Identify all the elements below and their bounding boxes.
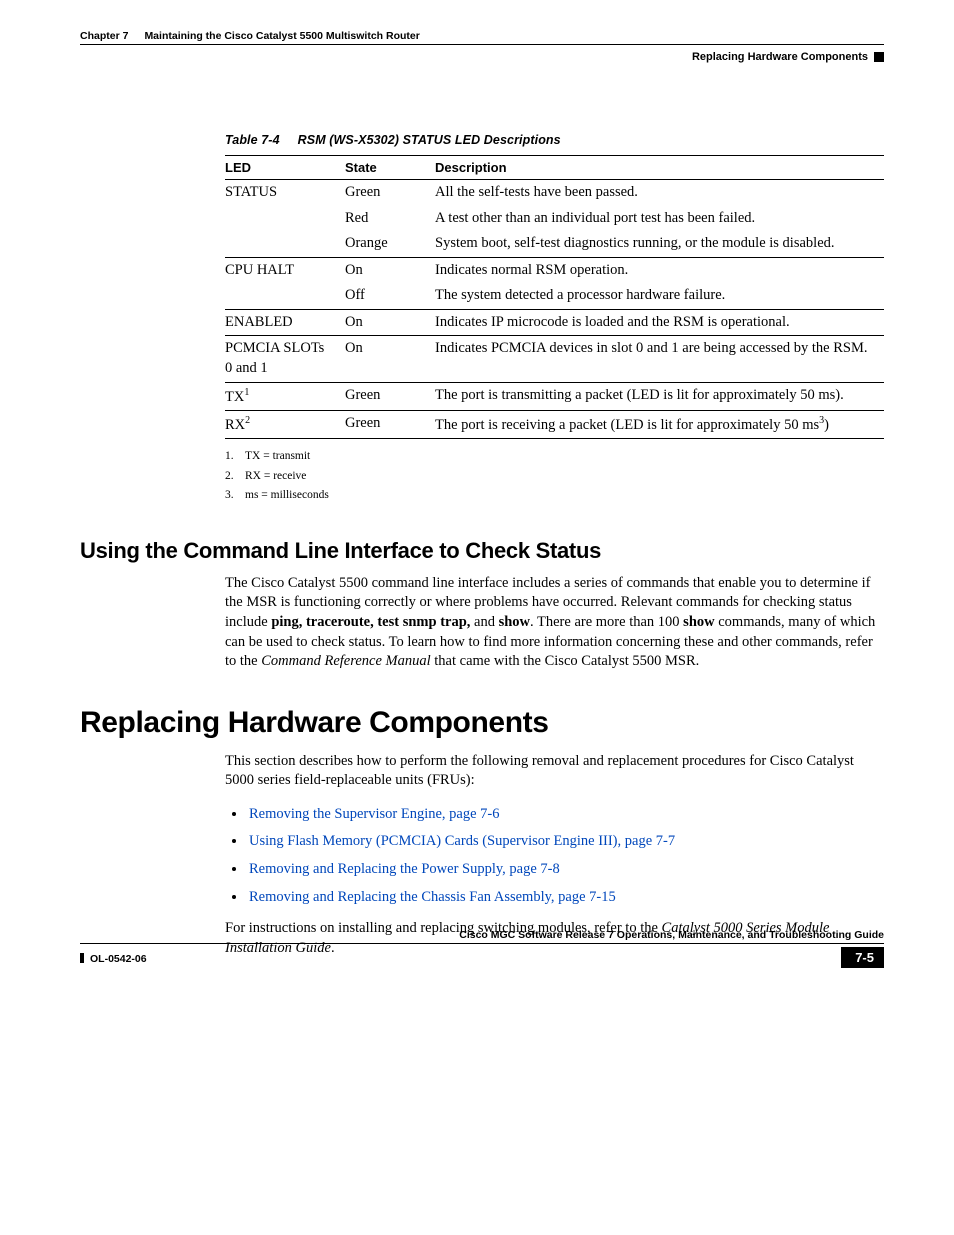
table-row: ENABLEDOnIndicates IP microcode is loade… (225, 309, 884, 336)
chapter-title: Maintaining the Cisco Catalyst 5500 Mult… (144, 30, 419, 42)
cell-desc: A test other than an individual port tes… (435, 206, 884, 232)
list-item: Removing the Supervisor Engine, page 7-6 (247, 801, 884, 829)
th-desc: Description (435, 156, 884, 180)
cli-paragraph: The Cisco Catalyst 5500 command line int… (225, 574, 884, 672)
footnote: 1.TX = transmit (225, 447, 884, 467)
table-row: CPU HALTOnIndicates normal RSM operation… (225, 257, 884, 283)
cell-state: On (345, 257, 435, 283)
cell-led: STATUS (225, 180, 345, 206)
cell-state: Green (345, 180, 435, 206)
cross-ref-link[interactable]: Removing the Supervisor Engine, page 7-6 (249, 806, 499, 822)
table-row: RedA test other than an individual port … (225, 206, 884, 232)
cell-desc: System boot, self-test diagnostics runni… (435, 231, 884, 257)
list-item: Removing and Replacing the Chassis Fan A… (247, 884, 884, 912)
table-footnotes: 1.TX = transmit2.RX = receive3.ms = mill… (225, 447, 884, 506)
cell-desc: The port is transmitting a packet (LED i… (435, 382, 884, 410)
th-state: State (345, 156, 435, 180)
cell-state: Orange (345, 231, 435, 257)
cell-desc: The port is receiving a packet (LED is l… (435, 410, 884, 438)
cell-desc: Indicates IP microcode is loaded and the… (435, 309, 884, 336)
table-number: Table 7-4 (225, 133, 280, 147)
cross-ref-link[interactable]: Removing and Replacing the Chassis Fan A… (249, 889, 616, 905)
page-number: 7-5 (841, 947, 884, 968)
table-row: TX1GreenThe port is transmitting a packe… (225, 382, 884, 410)
cell-desc: All the self-tests have been passed. (435, 180, 884, 206)
heading-cli: Using the Command Line Interface to Chec… (80, 538, 884, 564)
replace-intro: This section describes how to perform th… (225, 752, 884, 791)
table-title: RSM (WS-X5302) STATUS LED Descriptions (298, 133, 561, 147)
cell-led: PCMCIA SLOTs 0 and 1 (225, 336, 345, 382)
list-item: Using Flash Memory (PCMCIA) Cards (Super… (247, 828, 884, 856)
cell-led (225, 206, 345, 232)
table-caption: Table 7-4 RSM (WS-X5302) STATUS LED Descr… (225, 133, 884, 147)
cell-state: Green (345, 410, 435, 438)
footer-marker-icon (80, 953, 84, 963)
cell-led: RX2 (225, 410, 345, 438)
cell-led: CPU HALT (225, 257, 345, 283)
section-title: Replacing Hardware Components (692, 51, 868, 63)
cell-state: Red (345, 206, 435, 232)
th-led: LED (225, 156, 345, 180)
table-row: RX2GreenThe port is receiving a packet (… (225, 410, 884, 438)
doc-id-wrap: OL-0542-06 (80, 949, 147, 967)
cell-desc: The system detected a processor hardware… (435, 283, 884, 309)
table-row: PCMCIA SLOTs 0 and 1OnIndicates PCMCIA d… (225, 336, 884, 382)
cell-state: Off (345, 283, 435, 309)
doc-id: OL-0542-06 (90, 953, 147, 965)
cell-state: Green (345, 382, 435, 410)
cell-led: TX1 (225, 382, 345, 410)
table-row: OrangeSystem boot, self-test diagnostics… (225, 231, 884, 257)
footnote: 3.ms = milliseconds (225, 486, 884, 506)
cross-ref-link[interactable]: Removing and Replacing the Power Supply,… (249, 861, 560, 877)
cell-led: ENABLED (225, 309, 345, 336)
cross-ref-list: Removing the Supervisor Engine, page 7-6… (225, 801, 884, 911)
cross-ref-link[interactable]: Using Flash Memory (PCMCIA) Cards (Super… (249, 833, 675, 849)
heading-replace: Replacing Hardware Components (80, 706, 884, 740)
cell-state: On (345, 309, 435, 336)
chapter-label: Chapter 7 (80, 30, 128, 42)
cell-led (225, 231, 345, 257)
table-row: STATUSGreenAll the self-tests have been … (225, 180, 884, 206)
led-table: LED State Description STATUSGreenAll the… (225, 155, 884, 439)
cell-desc: Indicates PCMCIA devices in slot 0 and 1… (435, 336, 884, 382)
list-item: Removing and Replacing the Power Supply,… (247, 856, 884, 884)
cell-state: On (345, 336, 435, 382)
page-header: Chapter 7 Maintaining the Cisco Catalyst… (80, 30, 884, 45)
running-section: Replacing Hardware Components (80, 51, 884, 63)
cell-desc: Indicates normal RSM operation. (435, 257, 884, 283)
section-marker-icon (874, 52, 884, 62)
page-footer: Cisco MGC Software Release 7 Operations,… (80, 929, 884, 968)
table-row: OffThe system detected a processor hardw… (225, 283, 884, 309)
footnote: 2.RX = receive (225, 467, 884, 487)
book-title: Cisco MGC Software Release 7 Operations,… (80, 929, 884, 944)
cell-led (225, 283, 345, 309)
